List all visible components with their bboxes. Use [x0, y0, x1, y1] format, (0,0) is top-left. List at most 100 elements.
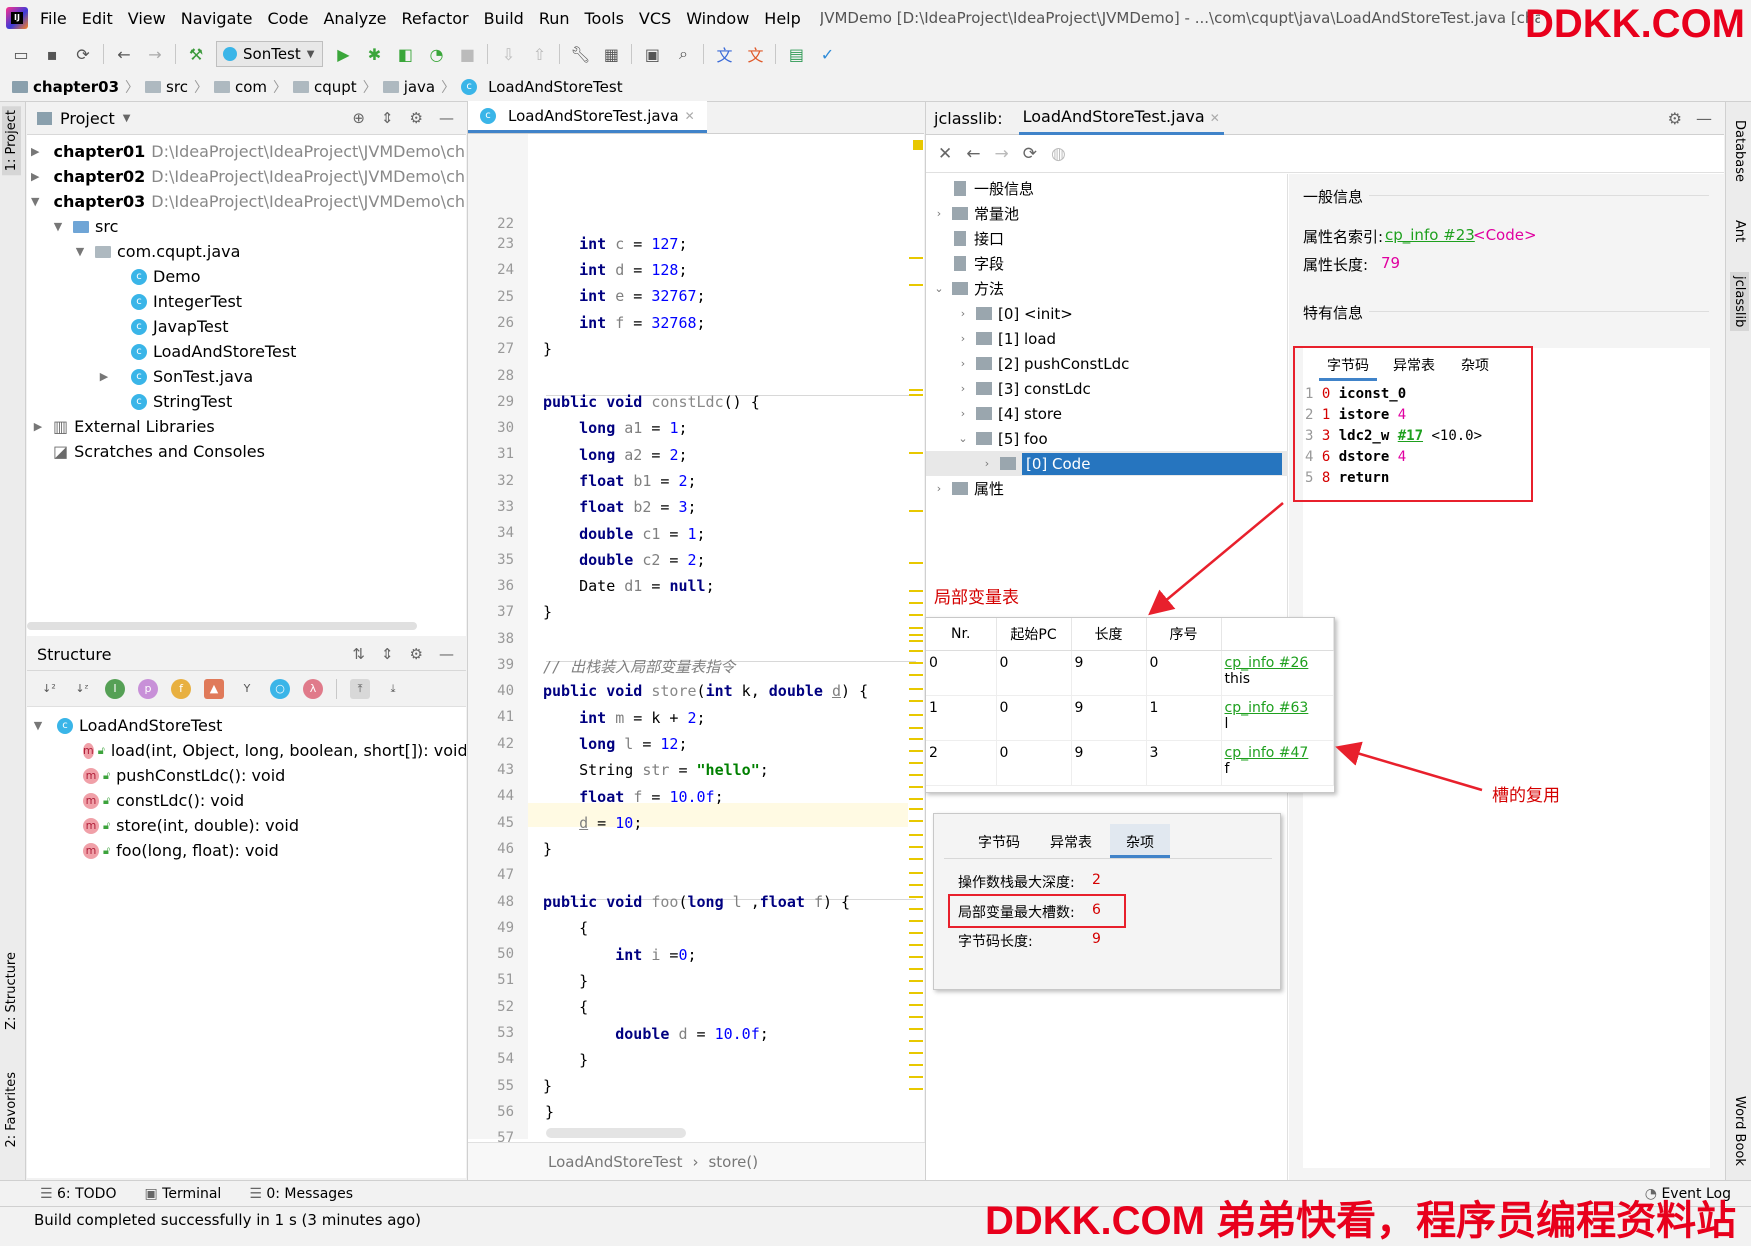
chevron-right-icon[interactable]: ›: [956, 307, 970, 320]
tree-node-method[interactable]: › [1] load: [956, 326, 1056, 351]
code-line[interactable]: long a1 = 1;: [543, 419, 687, 437]
chevron-right-icon[interactable]: ›: [956, 407, 970, 420]
chevron-down-icon[interactable]: ▼: [31, 195, 39, 208]
back-icon[interactable]: ←: [966, 144, 980, 164]
column-header[interactable]: 长度: [1071, 618, 1147, 651]
menu-analyze[interactable]: Analyze: [323, 9, 386, 28]
warning-stripe-mark[interactable]: [909, 284, 923, 286]
warning-stripe-mark[interactable]: [909, 872, 923, 874]
code-line[interactable]: }: [543, 1077, 552, 1095]
code-line[interactable]: long a2 = 2;: [543, 446, 687, 464]
chevron-down-icon[interactable]: ⌄: [932, 282, 946, 295]
warning-stripe-mark[interactable]: [909, 834, 923, 836]
terminal-icon[interactable]: ▣: [641, 43, 663, 65]
editor-tab[interactable]: c LoadAndStoreTest.java ✕: [468, 101, 707, 133]
column-header[interactable]: 序号: [1146, 618, 1222, 651]
warning-stripe-mark[interactable]: [909, 510, 923, 512]
coverage-icon[interactable]: ◧: [394, 43, 416, 65]
tab-bytecode[interactable]: 字节码: [1327, 355, 1369, 375]
show-inherited-icon[interactable]: I: [105, 678, 125, 699]
cp-info-link[interactable]: cp_info #63: [1225, 700, 1331, 716]
warning-stripe-mark[interactable]: [909, 808, 923, 810]
structure-method[interactable]: m 🔓︎ store(int, double): void: [27, 813, 466, 838]
code-line[interactable]: public void foo(long l ,float f) {: [543, 893, 850, 911]
locate-icon[interactable]: ⊕: [352, 109, 365, 127]
warning-stripe-mark[interactable]: [909, 798, 923, 800]
back-icon[interactable]: ←: [113, 43, 135, 65]
horizontal-scrollbar[interactable]: [546, 1128, 686, 1138]
warning-stripe-mark[interactable]: [909, 634, 923, 636]
table-row[interactable]: 0 0 9 0 cp_info #26 this: [926, 650, 1334, 696]
chevron-right-icon[interactable]: ▶: [97, 370, 111, 383]
tool-tab-project[interactable]: 1: Project: [2, 106, 21, 176]
tool-tab-structure[interactable]: Z: Structure: [2, 948, 21, 1034]
code-line[interactable]: int m = k + 2;: [543, 709, 705, 727]
warning-stripe-mark[interactable]: [909, 1028, 923, 1030]
code-line[interactable]: }: [543, 603, 552, 621]
chevron-right-icon[interactable]: ▶: [31, 145, 39, 158]
warning-stripe-mark[interactable]: [909, 884, 923, 886]
warning-stripe-mark[interactable]: [909, 650, 923, 652]
settings-wrench-icon[interactable]: 🔧︎: [569, 43, 591, 65]
menu-code[interactable]: Code: [268, 9, 309, 28]
warning-stripe-mark[interactable]: [909, 980, 923, 982]
tree-item-module[interactable]: ▼ chapter03 D:\IdeaProject\IdeaProject\JVM…: [27, 189, 466, 214]
cp-info-link[interactable]: cp_info #26: [1225, 655, 1331, 671]
code-line[interactable]: int f = 32768;: [543, 314, 705, 332]
warning-stripe-mark[interactable]: [909, 1076, 923, 1078]
show-properties-icon[interactable]: p: [138, 678, 158, 699]
warning-stripe-mark[interactable]: [909, 992, 923, 994]
code-line[interactable]: }: [543, 340, 552, 358]
warning-stripe-mark[interactable]: [909, 674, 923, 676]
tree-node-method[interactable]: › [3] constLdc: [956, 376, 1091, 401]
code-line[interactable]: d = 10;: [543, 814, 642, 832]
horizontal-scrollbar[interactable]: [27, 622, 417, 630]
warning-stripe-mark[interactable]: [909, 908, 923, 910]
bytecode-line[interactable]: 4 6 dstore 4: [1305, 449, 1482, 470]
code-line[interactable]: int d = 128;: [543, 261, 687, 279]
warning-stripe-mark[interactable]: [909, 662, 923, 664]
tree-node-attributes[interactable]: › 属性: [932, 476, 1004, 501]
vcs-update-icon[interactable]: ⇩: [497, 43, 519, 65]
chevron-down-icon[interactable]: ⌄: [956, 432, 970, 445]
bytecode-line[interactable]: 1 0 iconst_0: [1305, 386, 1482, 407]
run-config-select[interactable]: SonTest ▼: [216, 41, 324, 67]
search-icon[interactable]: ⌕: [672, 43, 694, 65]
tree-item-class[interactable]: c JavapTest: [27, 314, 466, 339]
menu-file[interactable]: File: [40, 9, 67, 28]
save-icon[interactable]: ▪: [41, 43, 63, 65]
editor-breadcrumb-class[interactable]: LoadAndStoreTest: [548, 1153, 682, 1171]
tree-item-class[interactable]: c IntegerTest: [27, 289, 466, 314]
code-line[interactable]: float b2 = 3;: [543, 498, 696, 516]
status-message[interactable]: Build completed successfully in 1 s (3 m…: [34, 1211, 421, 1229]
code-line[interactable]: String str = "hello";: [543, 761, 769, 779]
tab-exception-table[interactable]: 异常表: [1393, 355, 1435, 375]
warning-stripe-mark[interactable]: [909, 1088, 923, 1090]
tree-node-constant-pool[interactable]: › 常量池: [932, 201, 1019, 226]
code-line[interactable]: {: [543, 919, 588, 937]
build-hammer-icon[interactable]: ⚒: [185, 43, 207, 65]
tree-item-scratches[interactable]: ◪ Scratches and Consoles: [27, 439, 466, 464]
warning-stripe-mark[interactable]: [909, 627, 923, 629]
tree-node-method[interactable]: › [0] <init>: [956, 301, 1073, 326]
chevron-right-icon[interactable]: ▶: [31, 170, 39, 183]
code-line[interactable]: public void store(int k, double d) {: [543, 682, 868, 700]
profile-icon[interactable]: ◔: [425, 43, 447, 65]
chevron-down-icon[interactable]: ▼: [73, 245, 87, 258]
menu-window[interactable]: Window: [686, 9, 749, 28]
menu-build[interactable]: Build: [484, 9, 524, 28]
statistic-icon[interactable]: ▤: [785, 43, 807, 65]
chevron-right-icon[interactable]: ›: [956, 332, 970, 345]
menu-refactor[interactable]: Refactor: [402, 9, 469, 28]
code-line[interactable]: float f = 10.0f;: [543, 788, 724, 806]
menu-edit[interactable]: Edit: [82, 9, 113, 28]
show-hierarchy-icon[interactable]: Y: [237, 679, 257, 699]
code-line[interactable]: Date d1 = null;: [543, 577, 714, 595]
code-line[interactable]: }: [543, 840, 552, 858]
refresh-icon[interactable]: ⟳: [1023, 144, 1037, 164]
code-line[interactable]: double d = 10.0f;: [543, 1025, 769, 1043]
tree-item-external-libraries[interactable]: ▶ ▥ External Libraries: [27, 414, 466, 439]
structure-method[interactable]: m 🔓︎ constLdc(): void: [27, 788, 466, 813]
warning-stripe-mark[interactable]: [909, 920, 923, 922]
menu-help[interactable]: Help: [764, 9, 800, 28]
